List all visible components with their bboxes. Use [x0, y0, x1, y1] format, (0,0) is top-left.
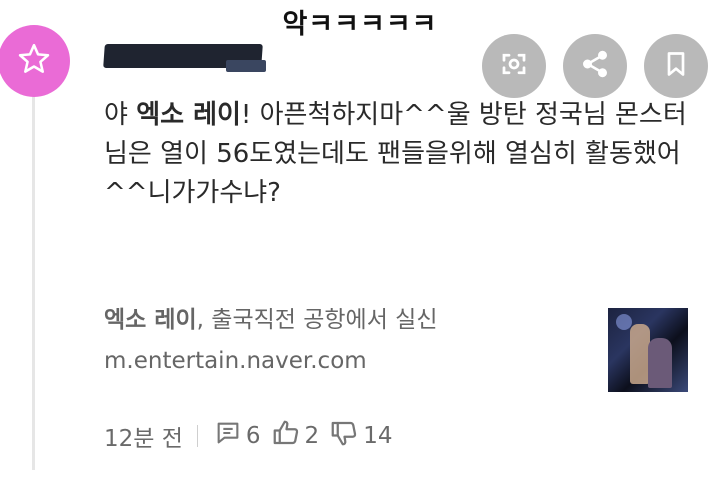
bookmark-button[interactable] — [644, 34, 708, 98]
link-title: 엑소 레이, 출국직전 공항에서 실신 — [104, 303, 438, 337]
reply-icon — [214, 419, 246, 453]
lens-button[interactable] — [482, 34, 546, 98]
share-icon — [580, 49, 610, 83]
reply-button[interactable]: 6 — [214, 419, 261, 453]
like-button[interactable]: 2 — [271, 418, 320, 454]
dislike-button[interactable]: 14 — [329, 418, 392, 454]
bookmark-icon — [662, 50, 690, 82]
share-button[interactable] — [563, 34, 627, 98]
comment-footer: 12분 전 6 2 14 — [104, 418, 402, 454]
comment-prefix: 야 — [104, 100, 137, 130]
thread-line — [32, 80, 35, 470]
thumbs-up-icon — [271, 418, 305, 454]
link-url: m.entertain.naver.com — [104, 348, 367, 374]
link-title-bold: 엑소 레이 — [104, 307, 197, 333]
avatar[interactable] — [0, 25, 70, 97]
like-count: 2 — [304, 423, 320, 449]
screenshot-search-icon — [499, 49, 529, 83]
link-thumbnail[interactable] — [608, 308, 688, 392]
timestamp: 12분 전 — [104, 426, 183, 452]
divider — [196, 425, 198, 447]
comment-mention: 엑소 레이 — [136, 100, 241, 130]
link-preview[interactable]: 엑소 레이, 출국직전 공항에서 실신 m.entertain.naver.co… — [104, 303, 438, 381]
star-icon — [16, 41, 52, 81]
link-title-rest: , 출국직전 공항에서 실신 — [196, 307, 438, 333]
username-redacted-tail — [226, 60, 266, 72]
image-caption: 악ㅋㅋㅋㅋㅋ — [282, 9, 438, 40]
dislike-count: 14 — [363, 423, 393, 449]
comment-body: 야 엑소 레이! 아픈척하지마^^울 방탄 정국님 몬스터님은 열이 56도였는… — [104, 96, 704, 213]
reply-count: 6 — [245, 423, 261, 449]
thumbs-down-icon — [329, 418, 363, 454]
